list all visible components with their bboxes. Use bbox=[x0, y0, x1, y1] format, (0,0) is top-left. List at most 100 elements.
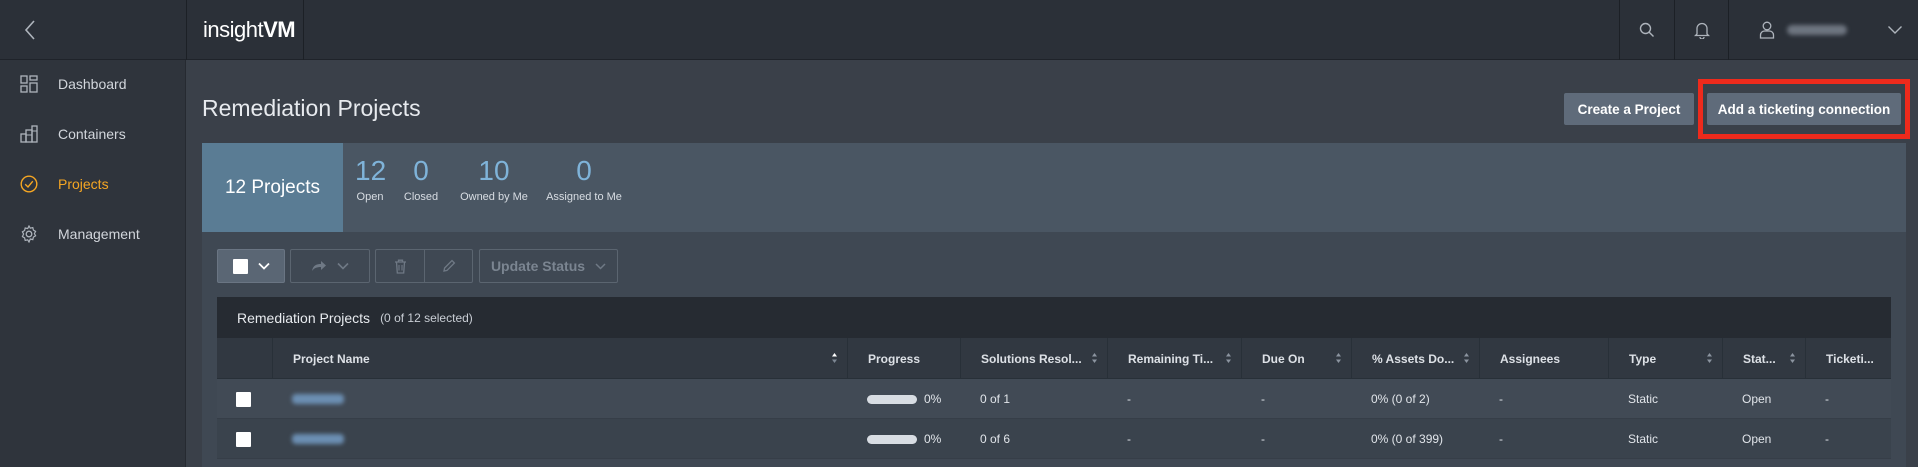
select-all-checkbox[interactable] bbox=[232, 258, 248, 274]
row-select[interactable] bbox=[217, 419, 272, 459]
update-status-dropdown[interactable]: Update Status bbox=[479, 249, 618, 283]
column-header-remaining-time[interactable]: Remaining Ti... bbox=[1107, 338, 1241, 379]
page-title: Remediation Projects bbox=[202, 95, 421, 121]
search-icon bbox=[1639, 22, 1654, 37]
progress-bar bbox=[867, 434, 917, 444]
sidebar-item-label: Management bbox=[58, 226, 140, 242]
assignees-cell: - bbox=[1499, 392, 1503, 406]
total-projects[interactable]: 12 Projects bbox=[202, 143, 343, 232]
column-header-label: Ticketi... bbox=[1826, 351, 1874, 366]
stat-owned-by-me[interactable]: 10 Owned by Me bbox=[458, 155, 530, 204]
assets-done-cell: 0% (0 of 2) bbox=[1371, 392, 1430, 406]
column-header-select bbox=[217, 338, 272, 379]
stat-value: 10 bbox=[478, 155, 510, 186]
back-button[interactable] bbox=[0, 0, 60, 60]
row-checkbox[interactable] bbox=[236, 391, 251, 407]
containers-icon bbox=[20, 125, 38, 143]
ticketing-cell: - bbox=[1825, 432, 1829, 446]
progress-cell: 0% bbox=[847, 419, 941, 459]
gear-icon bbox=[21, 225, 37, 243]
column-header-label: % Assets Do... bbox=[1372, 351, 1455, 366]
logo-text-light: insight bbox=[203, 17, 264, 42]
stat-open[interactable]: 12 Open bbox=[355, 155, 387, 204]
sidebar-item-containers[interactable]: Containers bbox=[0, 114, 186, 154]
column-header-solutions-resolved[interactable]: Solutions Resol... bbox=[960, 338, 1107, 379]
progress-value: 0% bbox=[924, 392, 942, 406]
sort-icon bbox=[1092, 353, 1097, 363]
sidebar-item-projects[interactable]: Projects bbox=[0, 164, 186, 204]
progress-cell: 0% bbox=[847, 379, 941, 419]
update-status-label: Update Status bbox=[490, 258, 586, 274]
table-row[interactable]: ●●●●●● 0% 0 of 6 - - 0% (0 of 399) - Sta… bbox=[217, 419, 1891, 459]
column-header-project-name[interactable]: Project Name bbox=[272, 338, 847, 379]
edit-button[interactable] bbox=[424, 249, 473, 283]
column-header-label: Progress bbox=[868, 351, 921, 366]
selection-count: (0 of 12 selected) bbox=[380, 310, 473, 325]
ticketing-cell: - bbox=[1825, 392, 1829, 406]
column-header-progress[interactable]: Progress bbox=[847, 338, 960, 379]
table-caption: Remediation Projects (0 of 12 selected) bbox=[217, 297, 1891, 338]
column-header-assets-done[interactable]: % Assets Do... bbox=[1351, 338, 1479, 379]
project-name-link[interactable]: ●●●●●● bbox=[272, 379, 344, 419]
sort-icon bbox=[1707, 353, 1712, 363]
column-header-label: Assignees bbox=[1500, 351, 1561, 366]
column-header-assignees[interactable]: Assignees bbox=[1479, 338, 1608, 379]
chevron-down-icon bbox=[595, 262, 606, 270]
sidebar-item-dashboard[interactable]: Dashboard bbox=[0, 64, 186, 104]
assignees-cell: - bbox=[1499, 432, 1503, 446]
column-header-due-on[interactable]: Due On bbox=[1241, 338, 1351, 379]
column-header-label: Due On bbox=[1262, 351, 1305, 366]
sidebar-item-label: Containers bbox=[58, 126, 126, 142]
share-dropdown[interactable] bbox=[290, 249, 370, 283]
row-checkbox[interactable] bbox=[236, 431, 251, 447]
sidebar-item-management[interactable]: Management bbox=[0, 214, 186, 254]
sidebar-item-label: Projects bbox=[58, 176, 109, 192]
stat-label: Owned by Me bbox=[460, 191, 528, 203]
chevron-left-icon bbox=[24, 20, 35, 40]
column-header-label: Solutions Resol... bbox=[981, 351, 1082, 366]
sort-icon bbox=[1790, 353, 1795, 363]
table-title: Remediation Projects bbox=[237, 309, 371, 326]
create-project-button[interactable]: Create a Project bbox=[1564, 93, 1694, 125]
stat-closed[interactable]: 0 Closed bbox=[401, 155, 441, 204]
chevron-down-icon bbox=[1888, 26, 1902, 34]
sidebar-item-label: Dashboard bbox=[58, 76, 127, 92]
share-arrow-icon bbox=[312, 261, 326, 271]
projects-table: Remediation Projects (0 of 12 selected) … bbox=[217, 297, 1891, 467]
column-header-label: Remaining Ti... bbox=[1128, 351, 1214, 366]
table-row[interactable]: ●●●●●● 0% 0 of 1 - - 0% (0 of 2) - Stati… bbox=[217, 379, 1891, 419]
project-name-link[interactable]: ●●●●●● bbox=[272, 419, 344, 459]
column-header-ticketing[interactable]: Ticketi... bbox=[1805, 338, 1891, 379]
status-cell: Open bbox=[1742, 392, 1772, 406]
status-cell: Open bbox=[1742, 432, 1772, 446]
search-button[interactable] bbox=[1619, 0, 1674, 60]
pencil-icon bbox=[442, 259, 455, 272]
delete-button[interactable] bbox=[375, 249, 425, 283]
type-cell: Static bbox=[1628, 432, 1659, 446]
chevron-down-icon bbox=[337, 262, 349, 270]
dashboard-grid-icon bbox=[20, 75, 38, 93]
stat-value: 0 bbox=[413, 155, 429, 186]
stat-label: Closed bbox=[403, 191, 439, 203]
sort-icon bbox=[1226, 353, 1231, 363]
notifications-button[interactable] bbox=[1674, 0, 1728, 60]
stat-value: 12 bbox=[355, 155, 387, 186]
app-logo[interactable]: insight VM bbox=[186, 0, 304, 60]
user-name: ●●●●●●● bbox=[1787, 25, 1847, 35]
column-header-type[interactable]: Type bbox=[1608, 338, 1722, 379]
solutions-cell: 0 of 6 bbox=[980, 432, 1011, 446]
row-select[interactable] bbox=[217, 379, 272, 419]
stat-value: 0 bbox=[576, 155, 592, 186]
column-header-label: Project Name bbox=[293, 351, 370, 366]
due-on-cell: - bbox=[1261, 432, 1265, 446]
select-all-dropdown[interactable] bbox=[217, 249, 285, 283]
highlight-box bbox=[1698, 79, 1910, 139]
stat-assigned-to-me[interactable]: 0 Assigned to Me bbox=[544, 155, 624, 204]
user-menu[interactable]: ●●●●●●● bbox=[1728, 0, 1918, 60]
column-header-status[interactable]: Stat... bbox=[1722, 338, 1805, 379]
progress-value: 0% bbox=[924, 432, 942, 446]
column-header-label: Stat... bbox=[1743, 351, 1776, 366]
column-header-label: Type bbox=[1629, 351, 1657, 366]
sort-icon bbox=[1464, 353, 1469, 363]
user-icon bbox=[1759, 21, 1775, 39]
